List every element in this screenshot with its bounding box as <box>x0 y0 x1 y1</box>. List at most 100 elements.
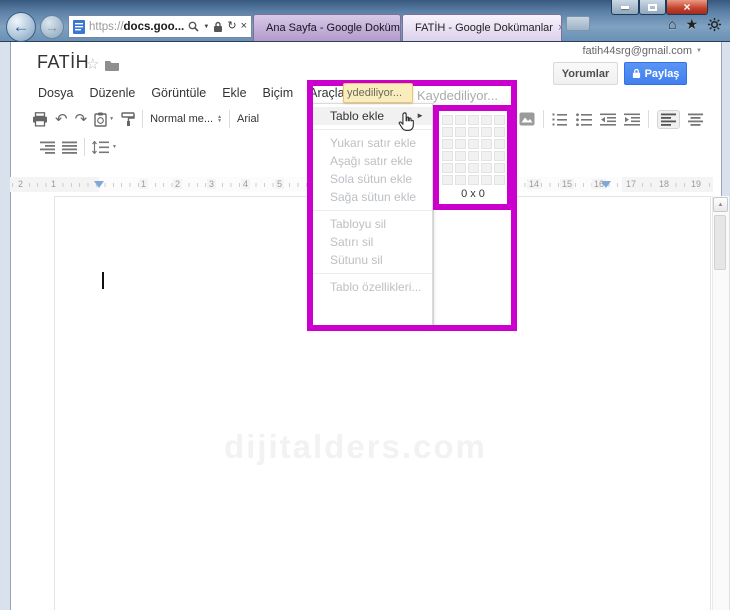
menu-separator <box>313 210 432 211</box>
right-indent-marker[interactable] <box>601 181 611 188</box>
minimize-icon <box>621 5 629 9</box>
minimize-button[interactable] <box>611 0 639 15</box>
grid-cell[interactable] <box>442 115 453 125</box>
share-button[interactable]: Paylaş <box>624 62 687 85</box>
menubar-item-düzenle[interactable]: Düzenle <box>81 84 143 104</box>
new-tab-button[interactable] <box>566 16 590 31</box>
menu-item-label: Sütunu sil <box>330 253 383 267</box>
bullet-list-icon[interactable] <box>576 112 592 126</box>
numbered-list-icon[interactable] <box>552 113 568 126</box>
scrollbar-thumb[interactable] <box>714 215 726 270</box>
grid-cell[interactable] <box>481 163 492 173</box>
account-dropdown-icon: ▼ <box>696 48 702 54</box>
back-button[interactable]: ← <box>6 12 36 42</box>
grid-cell[interactable] <box>481 151 492 161</box>
indent-icon[interactable] <box>624 113 640 126</box>
folder-icon[interactable] <box>104 59 120 71</box>
grid-cell[interactable] <box>468 151 479 161</box>
menu-item-sola-s-tun-ekle: Sola sütun ekle <box>313 170 432 188</box>
address-bar[interactable]: https://docs.goo... ▼ ↻ × <box>68 15 252 38</box>
font-family-dropdown[interactable]: Arial <box>237 113 259 125</box>
menubar-item-ekle[interactable]: Ekle <box>214 84 254 104</box>
align-right-icon[interactable] <box>40 141 55 154</box>
stop-icon[interactable]: × <box>241 21 247 32</box>
tab-close-icon[interactable]: × <box>558 22 561 34</box>
tab-title: FATİH - Google Dokümanlar <box>415 22 553 34</box>
menu-item-sat-r-sil: Satırı sil <box>313 233 432 251</box>
menubar-item-biçim[interactable]: Biçim <box>255 84 302 104</box>
grid-cell[interactable] <box>468 163 479 173</box>
grid-cell[interactable] <box>494 163 505 173</box>
web-clipboard-button[interactable]: ▼ <box>94 112 114 127</box>
grid-cell[interactable] <box>455 163 466 173</box>
home-icon[interactable]: ⌂ <box>668 16 676 32</box>
grid-cell[interactable] <box>468 115 479 125</box>
table-size-grid-selector[interactable]: 0 x 0 <box>433 105 513 210</box>
toolbar-separator <box>84 138 85 156</box>
menu-separator <box>313 273 432 274</box>
paint-format-icon[interactable] <box>121 111 135 127</box>
grid-cell[interactable] <box>455 127 466 137</box>
document-title[interactable]: FATİH <box>37 52 89 73</box>
grid-cell[interactable] <box>481 175 492 185</box>
lock-icon <box>632 68 640 78</box>
grid-cell[interactable] <box>468 127 479 137</box>
favorites-star-icon[interactable]: ★ <box>685 16 698 32</box>
grid-cell[interactable] <box>442 151 453 161</box>
comments-button[interactable]: Yorumlar <box>553 62 618 85</box>
toolbar-separator <box>543 110 544 128</box>
undo-icon[interactable]: ↶ <box>55 112 68 127</box>
menubar-item-görüntüle[interactable]: Görüntüle <box>143 84 214 104</box>
menubar-item-dosya[interactable]: Dosya <box>30 84 81 104</box>
search-icon[interactable] <box>188 21 199 32</box>
close-button[interactable]: × <box>666 0 708 15</box>
forward-button[interactable]: → <box>40 15 64 39</box>
align-justify-icon[interactable] <box>62 141 77 154</box>
account-menu[interactable]: fatih44srg@gmail.com ▼ <box>582 45 702 57</box>
grid-cell[interactable] <box>455 139 466 149</box>
table-size-grid[interactable] <box>442 115 507 185</box>
star-document-icon[interactable]: ☆ <box>86 55 99 73</box>
grid-cell[interactable] <box>494 127 505 137</box>
mouse-hand-cursor <box>398 112 414 131</box>
redo-icon[interactable]: ↷ <box>75 112 88 127</box>
grid-cell[interactable] <box>442 175 453 185</box>
line-spacing-button[interactable]: ▼ <box>92 140 117 154</box>
ruler-number: 1 <box>139 179 149 189</box>
grid-cell[interactable] <box>494 115 505 125</box>
line-spacing-icon <box>92 140 109 154</box>
url-text[interactable]: https://docs.goo... <box>89 21 184 33</box>
grid-cell[interactable] <box>455 175 466 185</box>
grid-cell[interactable] <box>481 139 492 149</box>
outdent-icon[interactable] <box>600 113 616 126</box>
left-indent-marker[interactable] <box>94 181 104 188</box>
grid-cell[interactable] <box>481 127 492 137</box>
insert-image-icon[interactable] <box>519 112 535 126</box>
toolbar-separator <box>648 110 649 128</box>
grid-cell[interactable] <box>442 127 453 137</box>
grid-cell[interactable] <box>442 163 453 173</box>
text-cursor <box>102 272 104 289</box>
grid-cell[interactable] <box>468 175 479 185</box>
saving-status: Kaydediliyor... <box>417 88 498 103</box>
align-left-button[interactable] <box>657 109 680 129</box>
scroll-up-button[interactable]: ▲ <box>713 197 728 212</box>
styles-dropdown[interactable]: Normal me... ▲ ▼ <box>150 113 222 125</box>
security-lock-icon[interactable] <box>213 21 223 33</box>
print-icon[interactable] <box>32 111 48 127</box>
grid-cell[interactable] <box>494 175 505 185</box>
grid-cell[interactable] <box>442 139 453 149</box>
maximize-button[interactable] <box>639 0 666 15</box>
align-center-icon[interactable] <box>688 113 703 126</box>
gear-icon[interactable] <box>707 17 722 32</box>
address-dropdown-icon[interactable]: ▼ <box>203 24 209 30</box>
grid-cell[interactable] <box>468 139 479 149</box>
grid-cell[interactable] <box>455 151 466 161</box>
tab-fatih[interactable]: FATİH - Google Dokümanlar × <box>402 14 562 41</box>
refresh-icon[interactable]: ↻ <box>227 21 236 32</box>
tab-ana-sayfa[interactable]: Ana Sayfa - Google Dokümanlar <box>253 14 401 41</box>
grid-cell[interactable] <box>494 139 505 149</box>
grid-cell[interactable] <box>481 115 492 125</box>
grid-cell[interactable] <box>455 115 466 125</box>
grid-cell[interactable] <box>494 151 505 161</box>
